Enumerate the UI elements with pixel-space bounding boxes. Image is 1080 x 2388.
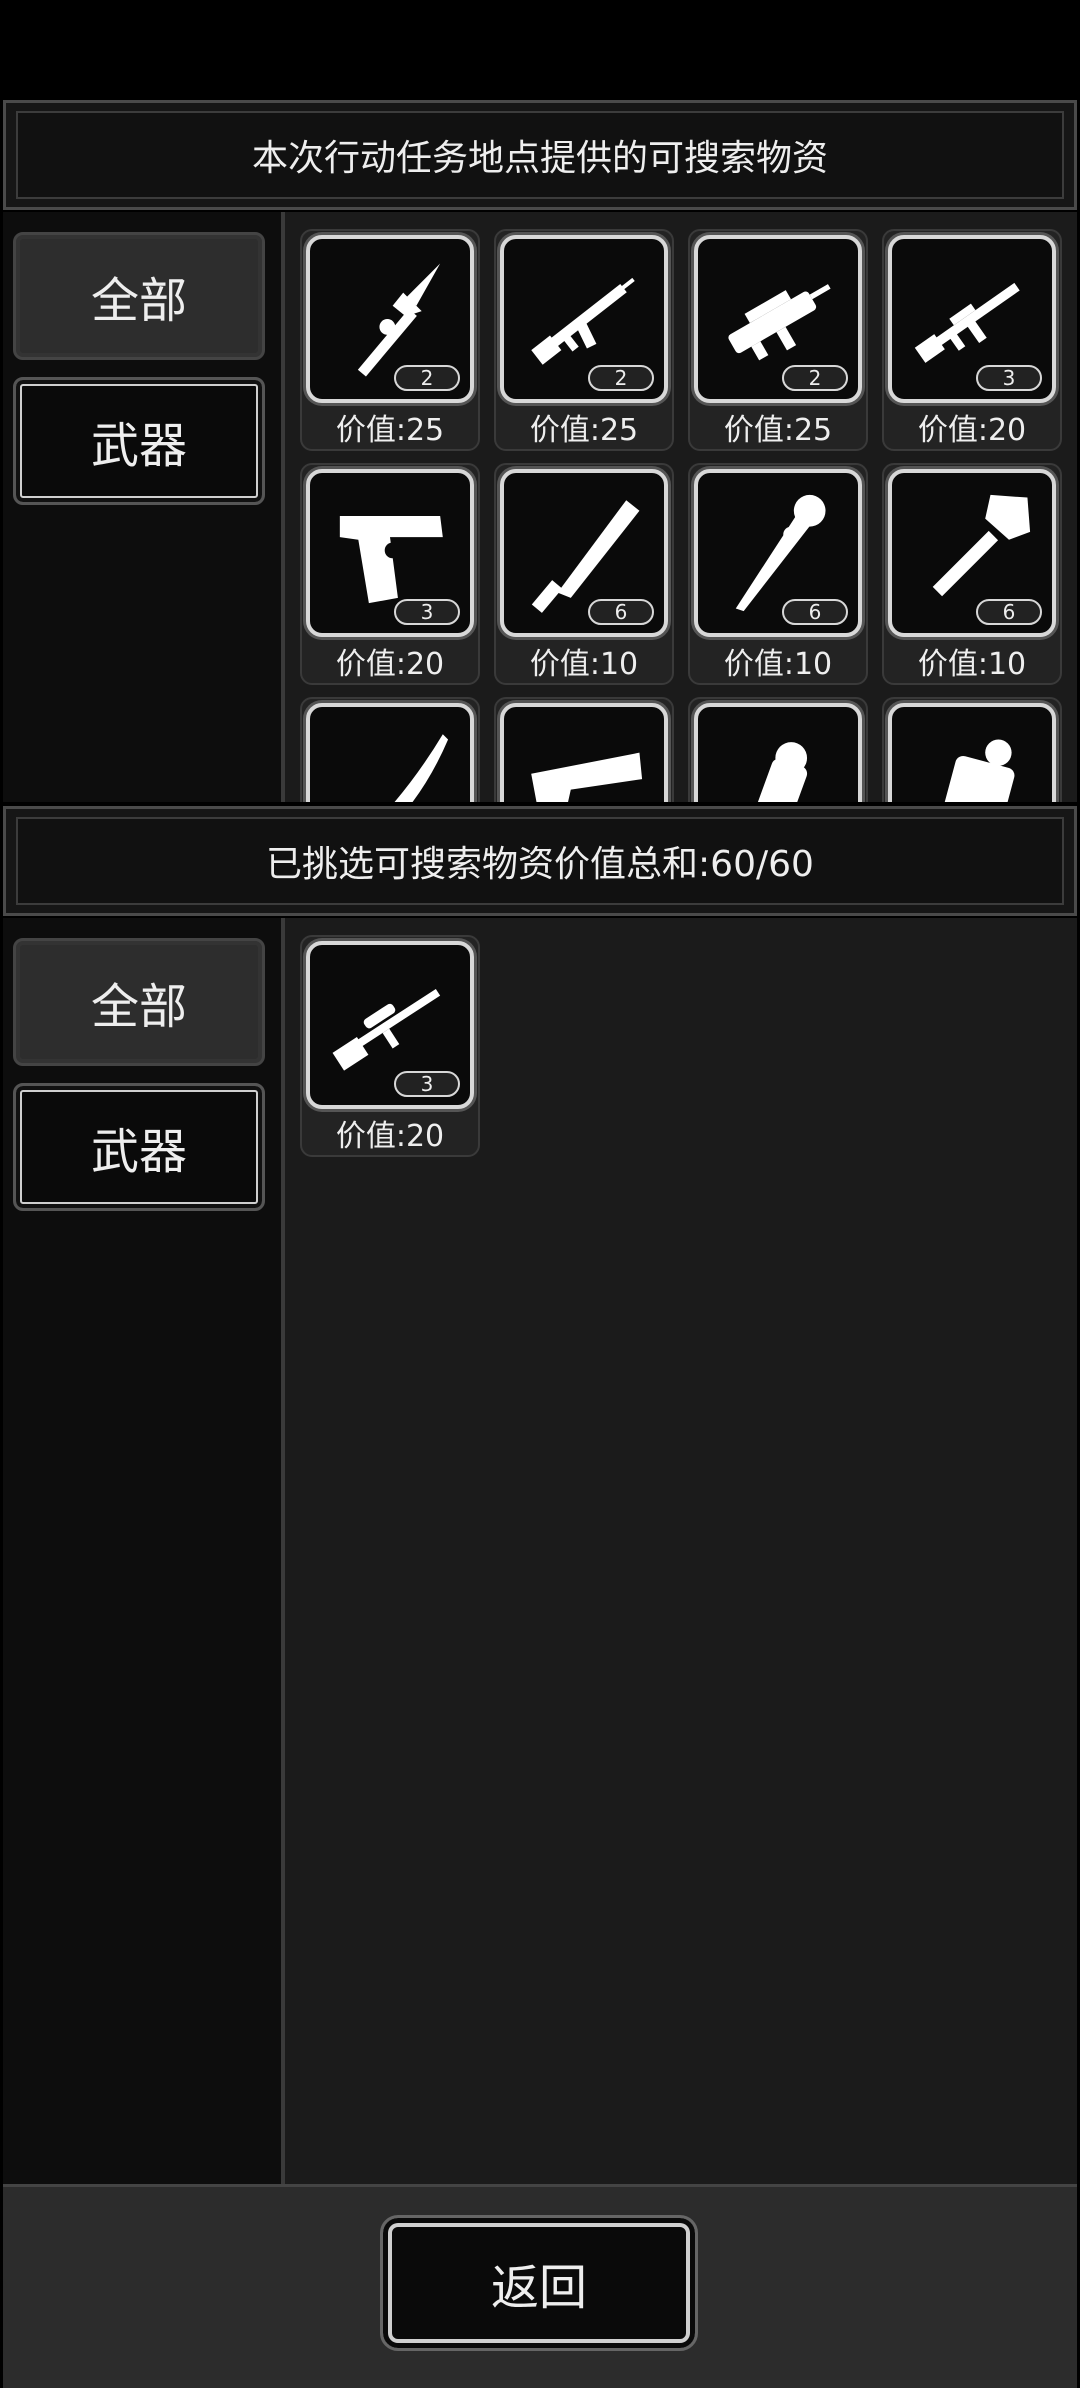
- back-button[interactable]: 返回: [380, 2215, 698, 2351]
- item-value: 价值:25: [529, 413, 639, 448]
- sniper-rifle-icon[interactable]: 3: [306, 941, 474, 1109]
- assault-rifle-icon[interactable]: 2: [500, 235, 668, 403]
- spear-icon[interactable]: 2: [306, 235, 474, 403]
- item-slot[interactable]: 2 价值:25: [494, 229, 674, 451]
- shovel-icon[interactable]: 6: [888, 469, 1056, 637]
- item-value: 价值:10: [917, 647, 1027, 682]
- item-count: 3: [394, 1071, 460, 1097]
- item-slot[interactable]: [882, 697, 1062, 802]
- item-slot[interactable]: 6 价值:10: [882, 463, 1062, 685]
- item-slot[interactable]: 6 价值:10: [688, 463, 868, 685]
- item-slot[interactable]: 2 价值:25: [300, 229, 480, 451]
- canister-icon[interactable]: [888, 703, 1056, 802]
- selected-total-title: 已挑选可搜索物资价值总和:60/60: [16, 817, 1064, 905]
- item-slot[interactable]: 3 价值:20: [300, 463, 480, 685]
- item-count: 6: [588, 599, 654, 625]
- item-value: 价值:10: [723, 647, 833, 682]
- available-title: 本次行动任务地点提供的可搜索物资: [16, 111, 1064, 199]
- available-header: 本次行动任务地点提供的可搜索物资: [3, 100, 1077, 210]
- pistol-icon[interactable]: 3: [306, 469, 474, 637]
- item-count: 6: [976, 599, 1042, 625]
- item-count: 2: [782, 365, 848, 391]
- grenade-icon[interactable]: [694, 703, 862, 802]
- item-value: 价值:25: [335, 413, 445, 448]
- item-value: 价值:25: [723, 413, 833, 448]
- m16-rifle-icon[interactable]: 3: [888, 235, 1056, 403]
- item-slot[interactable]: 6 价值:10: [494, 463, 674, 685]
- item-value: 价值:20: [335, 1119, 445, 1154]
- item-count: 6: [782, 599, 848, 625]
- item-count: 3: [976, 365, 1042, 391]
- available-category-sidebar: 全部 武器: [3, 212, 285, 802]
- item-slot[interactable]: [688, 697, 868, 802]
- item-slot[interactable]: 2 价值:25: [688, 229, 868, 451]
- item-slot[interactable]: 3 价值:20: [882, 229, 1062, 451]
- tab-all[interactable]: 全部: [13, 938, 265, 1066]
- item-slot[interactable]: [300, 697, 480, 802]
- item-slot[interactable]: [494, 697, 674, 802]
- selected-category-sidebar: 全部 武器: [3, 918, 285, 2184]
- item-count: 2: [588, 365, 654, 391]
- tab-weapon[interactable]: 武器: [13, 1083, 265, 1211]
- item-count: 3: [394, 599, 460, 625]
- item-value: 价值:20: [335, 647, 445, 682]
- selected-items-grid: 3 价值:20: [285, 918, 1077, 2184]
- selected-header: 已挑选可搜索物资价值总和:60/60: [3, 806, 1077, 916]
- tab-weapon[interactable]: 武器: [13, 377, 265, 505]
- curved-blade-icon[interactable]: [306, 703, 474, 802]
- item-value: 价值:10: [529, 647, 639, 682]
- item-slot[interactable]: 3 价值:20: [300, 935, 480, 1157]
- item-count: 2: [394, 365, 460, 391]
- bullpup-rifle-icon[interactable]: 2: [694, 235, 862, 403]
- item-value: 价值:20: [917, 413, 1027, 448]
- machete-icon[interactable]: 6: [500, 469, 668, 637]
- desert-eagle-icon[interactable]: [500, 703, 668, 802]
- tab-all[interactable]: 全部: [13, 232, 265, 360]
- spiked-bat-icon[interactable]: 6: [694, 469, 862, 637]
- available-items-grid: 2 价值:25 2 价值:25 2 价值:25 3 价值:20 3 价值:20 …: [285, 212, 1077, 802]
